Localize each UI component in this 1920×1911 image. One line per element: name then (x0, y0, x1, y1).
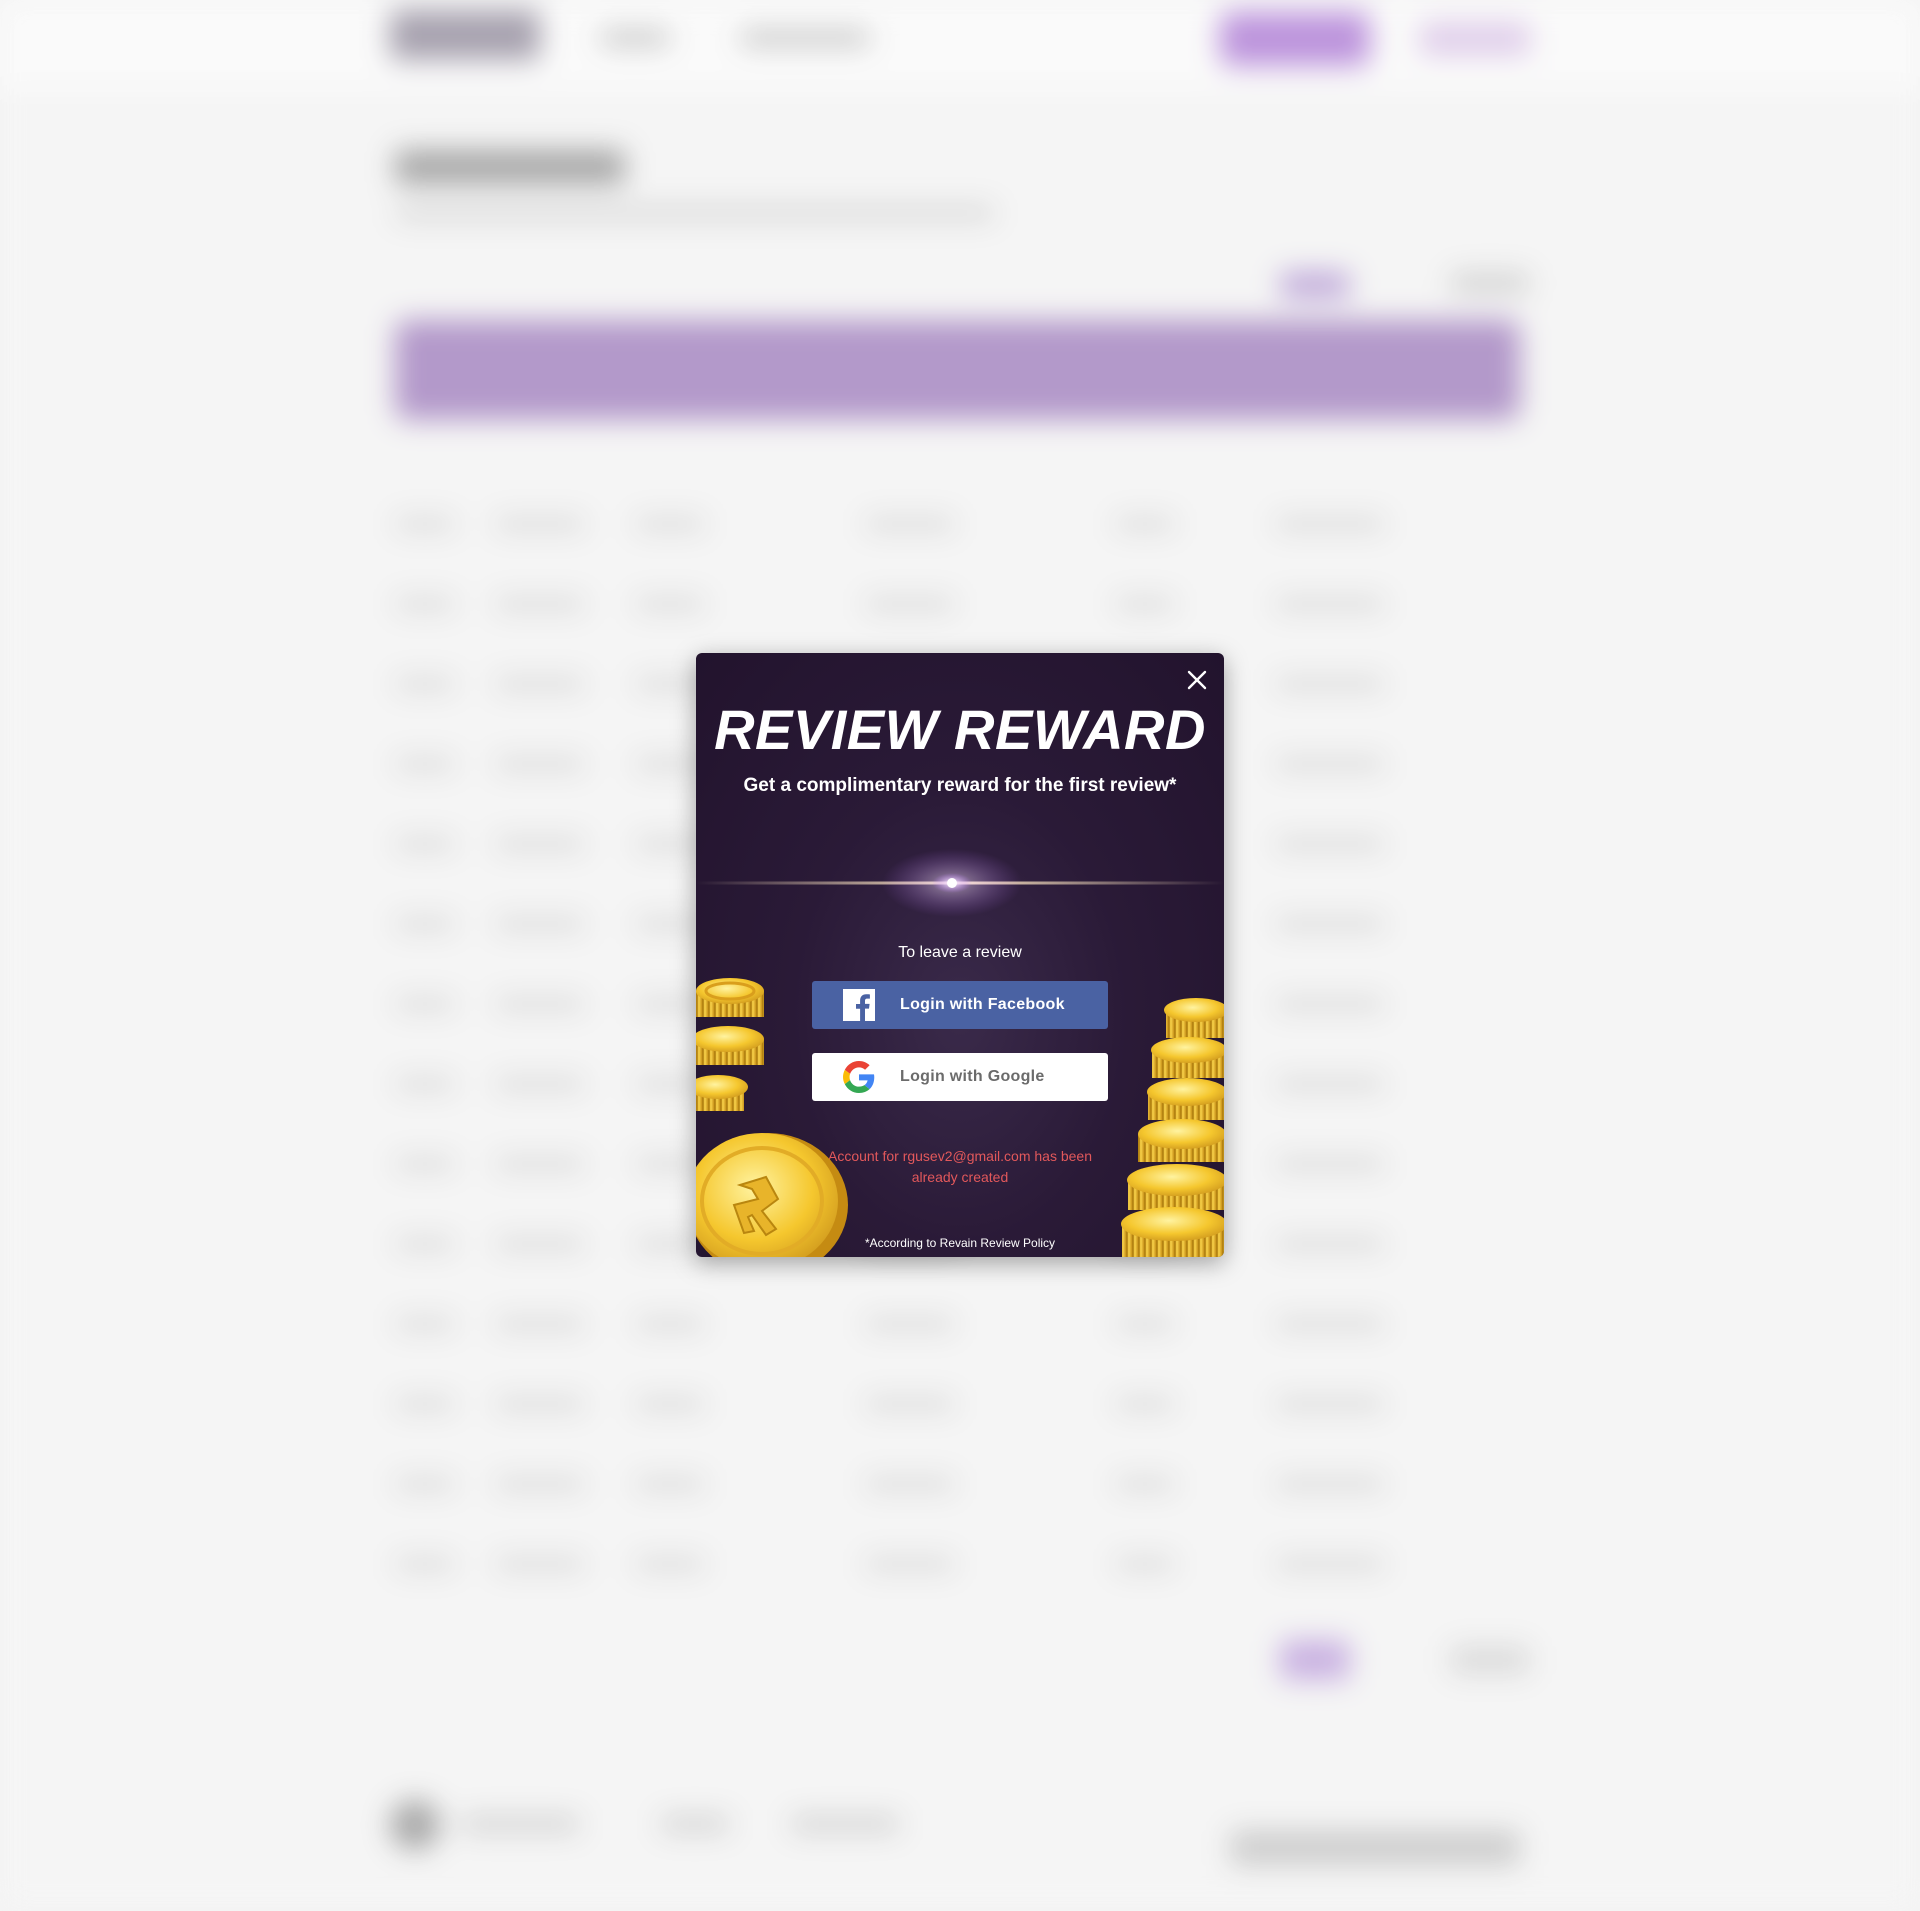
account-exists-error: Account for rgusev2@gmail.com has been a… (827, 1148, 1092, 1185)
modal-title: REVIEW REWARD (714, 698, 1206, 761)
leave-review-text: To leave a review (898, 944, 1022, 961)
light-flare-decoration (696, 838, 1224, 928)
review-policy-note: *According to Revain Review Policy (864, 1236, 1056, 1250)
login-google-button[interactable]: Login with Google (812, 1053, 1108, 1101)
login-facebook-button[interactable]: Login with Facebook (812, 981, 1108, 1029)
modal-subtitle: Get a complimentary reward for the first… (743, 775, 1177, 796)
close-button[interactable] (1184, 667, 1210, 693)
close-icon (1187, 670, 1207, 690)
login-facebook-label: Login with Facebook (900, 996, 1065, 1013)
review-reward-modal: REVIEW REWARD Get a complimentary reward… (696, 653, 1224, 1257)
coin-stack-right-decoration (1114, 988, 1224, 1257)
login-google-label: Login with Google (900, 1068, 1045, 1085)
coin-stack-left-decoration (696, 973, 856, 1257)
